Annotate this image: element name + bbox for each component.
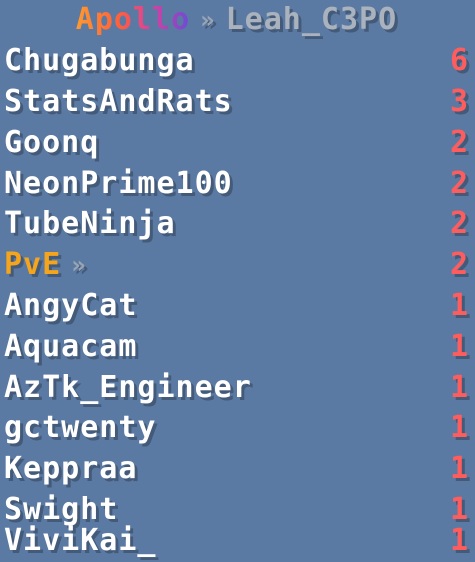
player-name: ViviKai_ — [4, 523, 157, 558]
player-name: Aquacam — [4, 328, 138, 364]
player-score: 1 — [449, 523, 469, 558]
group-score: 2 — [449, 247, 469, 283]
scoreboard-row: Aquacam 1 — [0, 326, 475, 367]
scoreboard-row: Goonq 2 — [0, 122, 475, 163]
group-name: PvE — [4, 247, 62, 283]
player-name: gctwenty — [4, 410, 157, 446]
scoreboard-row: TubeNinja 2 — [0, 204, 475, 245]
scoreboard-row: Keppraa 1 — [0, 449, 475, 490]
scoreboard-row: gctwenty 1 — [0, 408, 475, 449]
brand-title: Apollo — [75, 2, 191, 38]
scoreboard-row: StatsAndRats 3 — [0, 82, 475, 123]
player-name: StatsAndRats — [4, 83, 233, 119]
group-arrow-icon: » — [71, 251, 87, 280]
player-name: AngyCat — [4, 287, 138, 323]
scoreboard-title: Apollo » Leah_C3PO — [0, 0, 475, 41]
player-name: AzTk_Engineer — [4, 369, 252, 405]
player-score: 1 — [449, 287, 469, 323]
player-name: TubeNinja — [4, 206, 176, 242]
scoreboard-row: NeonPrime100 2 — [0, 163, 475, 204]
player-score: 2 — [449, 124, 469, 160]
scoreboard-row: AzTk_Engineer 1 — [0, 367, 475, 408]
player-score: 1 — [449, 369, 469, 405]
player-score: 2 — [449, 206, 469, 242]
player-name: Goonq — [4, 124, 100, 160]
title-separator: » — [200, 6, 216, 35]
player-score: 1 — [449, 451, 469, 487]
scoreboard-row: Chugabunga 6 — [0, 41, 475, 82]
player-score: 2 — [449, 165, 469, 201]
scoreboard-row: ViviKai_ 1 — [0, 521, 475, 561]
player-score: 3 — [449, 83, 469, 119]
group-label: PvE » — [4, 250, 87, 280]
scoreboard-group-row: PvE » 2 — [0, 245, 475, 286]
player-score: 1 — [449, 328, 469, 364]
scoreboard-sidebar: Apollo » Leah_C3PO Chugabunga 6 StatsAnd… — [0, 0, 475, 562]
player-score: 6 — [449, 43, 469, 79]
player-name: NeonPrime100 — [4, 165, 233, 201]
player-username: Leah_C3PO — [225, 2, 398, 38]
player-name: Chugabunga — [4, 43, 195, 79]
scoreboard-row: AngyCat 1 — [0, 286, 475, 327]
player-score: 1 — [449, 410, 469, 446]
player-name: Keppraa — [4, 451, 138, 487]
